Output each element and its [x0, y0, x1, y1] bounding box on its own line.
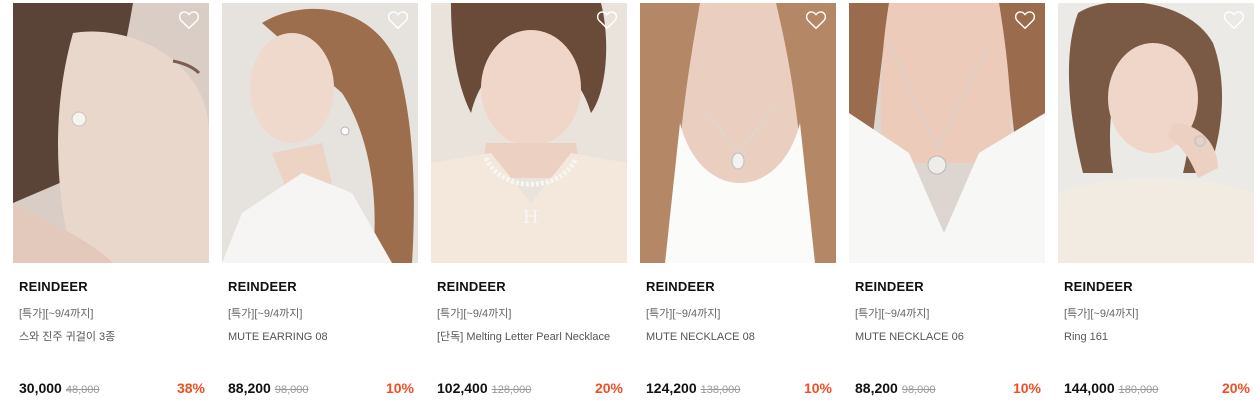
product-name[interactable]: 스와 진주 귀걸이 3종	[19, 329, 205, 345]
product-card[interactable]: REINDEER [특가][~9/4까지] MUTE EARRING 08 88…	[222, 0, 418, 406]
sale-price: 88,200	[228, 380, 271, 396]
product-name[interactable]: MUTE NECKLACE 08	[646, 329, 832, 345]
product-card[interactable]: REINDEER [특가][~9/4까지] MUTE NECKLACE 08 1…	[640, 0, 836, 406]
product-brand[interactable]: REINDEER	[437, 279, 506, 294]
discount-rate: 38%	[176, 380, 205, 396]
product-image[interactable]	[13, 3, 209, 263]
sale-price: 30,000	[19, 380, 62, 396]
product-card[interactable]: H REINDEER [특가][~9/4까지] [단독] Melting Let…	[431, 0, 627, 406]
product-brand[interactable]: REINDEER	[855, 279, 924, 294]
product-promo: [특가][~9/4까지]	[437, 308, 512, 320]
discount-rate: 10%	[385, 380, 414, 396]
product-image[interactable]	[849, 3, 1045, 263]
product-photo	[1058, 3, 1254, 263]
product-photo	[640, 3, 836, 263]
product-grid: REINDEER [특가][~9/4까지] 스와 진주 귀걸이 3종 30,00…	[0, 0, 1260, 406]
product-name[interactable]: Ring 161	[1064, 329, 1250, 345]
product-card[interactable]: REINDEER [특가][~9/4까지] 스와 진주 귀걸이 3종 30,00…	[13, 0, 209, 406]
product-image[interactable]	[222, 3, 418, 263]
product-price: 144,000 180,000	[1064, 380, 1158, 396]
heart-outline-icon[interactable]	[1223, 10, 1245, 30]
discount-rate: 10%	[803, 380, 832, 396]
original-price: 138,000	[700, 384, 741, 396]
product-brand[interactable]: REINDEER	[1064, 279, 1133, 294]
original-price: 48,000	[65, 384, 100, 396]
product-promo: [특가][~9/4까지]	[646, 308, 721, 320]
product-promo: [특가][~9/4까지]	[855, 308, 930, 320]
product-photo	[222, 3, 418, 263]
product-price: 102,400 128,000	[437, 380, 531, 396]
discount-rate: 20%	[594, 380, 623, 396]
product-promo: [특가][~9/4까지]	[1064, 308, 1139, 320]
product-price: 124,200 138,000	[646, 380, 740, 396]
product-brand[interactable]: REINDEER	[646, 279, 715, 294]
heart-outline-icon[interactable]	[1014, 10, 1036, 30]
discount-rate: 10%	[1012, 380, 1041, 396]
product-photo	[849, 3, 1045, 263]
heart-outline-icon[interactable]	[596, 10, 618, 30]
sale-price: 124,200	[646, 380, 697, 396]
product-image[interactable]	[1058, 3, 1254, 263]
product-name[interactable]: MUTE EARRING 08	[228, 329, 414, 345]
product-price: 30,000 48,000	[19, 380, 99, 396]
product-price: 88,200 98,000	[228, 380, 308, 396]
product-name[interactable]: MUTE NECKLACE 06	[855, 329, 1041, 345]
original-price: 180,000	[1118, 384, 1159, 396]
original-price: 98,000	[274, 384, 309, 396]
sale-price: 88,200	[855, 380, 898, 396]
product-promo: [특가][~9/4까지]	[19, 308, 94, 320]
svg-text:H: H	[523, 207, 539, 228]
product-name[interactable]: [단독] Melting Letter Pearl Necklace	[437, 329, 623, 345]
product-brand[interactable]: REINDEER	[19, 279, 88, 294]
product-price: 88,200 98,000	[855, 380, 935, 396]
product-card[interactable]: REINDEER [특가][~9/4까지] MUTE NECKLACE 06 8…	[849, 0, 1045, 406]
product-card[interactable]: REINDEER [특가][~9/4까지] Ring 161 144,000 18…	[1058, 0, 1254, 406]
original-price: 128,000	[491, 384, 532, 396]
product-image[interactable]	[640, 3, 836, 263]
product-photo	[13, 3, 209, 263]
product-photo: H	[431, 3, 627, 263]
product-brand[interactable]: REINDEER	[228, 279, 297, 294]
heart-outline-icon[interactable]	[805, 10, 827, 30]
product-image[interactable]: H	[431, 3, 627, 263]
product-promo: [특가][~9/4까지]	[228, 308, 303, 320]
original-price: 98,000	[901, 384, 936, 396]
sale-price: 144,000	[1064, 380, 1115, 396]
discount-rate: 20%	[1221, 380, 1250, 396]
heart-outline-icon[interactable]	[178, 10, 200, 30]
sale-price: 102,400	[437, 380, 488, 396]
heart-outline-icon[interactable]	[387, 10, 409, 30]
